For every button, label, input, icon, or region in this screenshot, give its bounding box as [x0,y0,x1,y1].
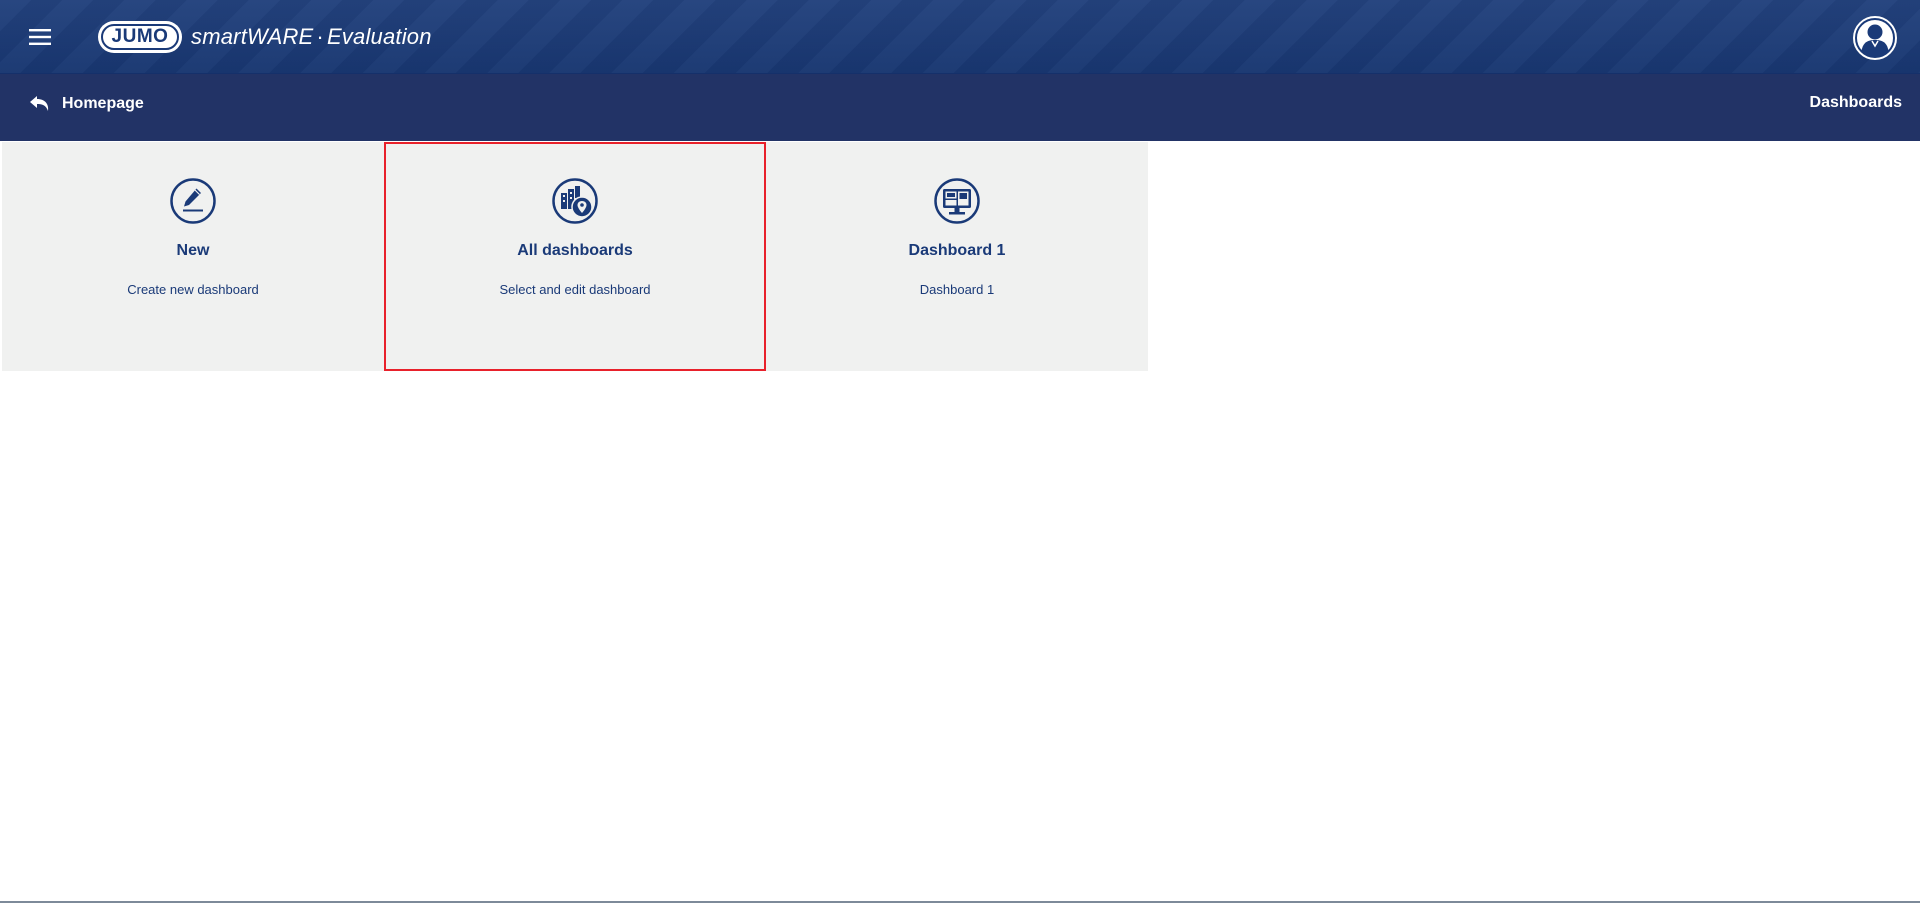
app-module: Evaluation [326,24,432,49]
user-avatar-icon [1853,16,1897,60]
jumo-logo-text: JUMO [101,24,179,50]
pencil-edit-icon [170,178,216,224]
dashboard-tiles: New Create new dashboard All dashboards … [2,142,1148,371]
back-arrow-icon [30,96,49,111]
dashboards-collection-icon [552,178,598,224]
monitor-dashboard-icon [934,178,980,224]
nav-bar: Homepage Dashboards [0,74,1920,141]
tile-all-dashboards[interactable]: All dashboards Select and edit dashboard [384,142,766,371]
tile-title: Dashboard 1 [908,242,1006,259]
app-header: JUMO smartWARE · Evaluation [0,0,1920,74]
tile-subtitle: Dashboard 1 [919,282,995,297]
back-link-label: Homepage [62,95,144,112]
tile-subtitle: Create new dashboard [127,282,259,297]
app-name: smartWARE [191,24,314,49]
user-account-button[interactable] [1852,15,1898,61]
jumo-logo: JUMO [98,21,182,53]
hamburger-menu-button[interactable] [24,24,56,50]
tile-subtitle: Select and edit dashboard [499,282,651,297]
app-separator: · [316,24,324,49]
app-title: smartWARE · Evaluation [191,24,432,50]
tile-new-dashboard[interactable]: New Create new dashboard [2,142,384,371]
back-to-homepage-link[interactable]: Homepage [28,94,144,114]
app-logo[interactable]: JUMO smartWARE · Evaluation [98,20,432,54]
tile-title: All dashboards [517,242,633,259]
tile-dashboard-1[interactable]: Dashboard 1 Dashboard 1 [766,142,1148,371]
tile-title: New [176,242,210,259]
section-title: Dashboards [1809,94,1902,111]
hamburger-menu-icon [29,29,51,45]
